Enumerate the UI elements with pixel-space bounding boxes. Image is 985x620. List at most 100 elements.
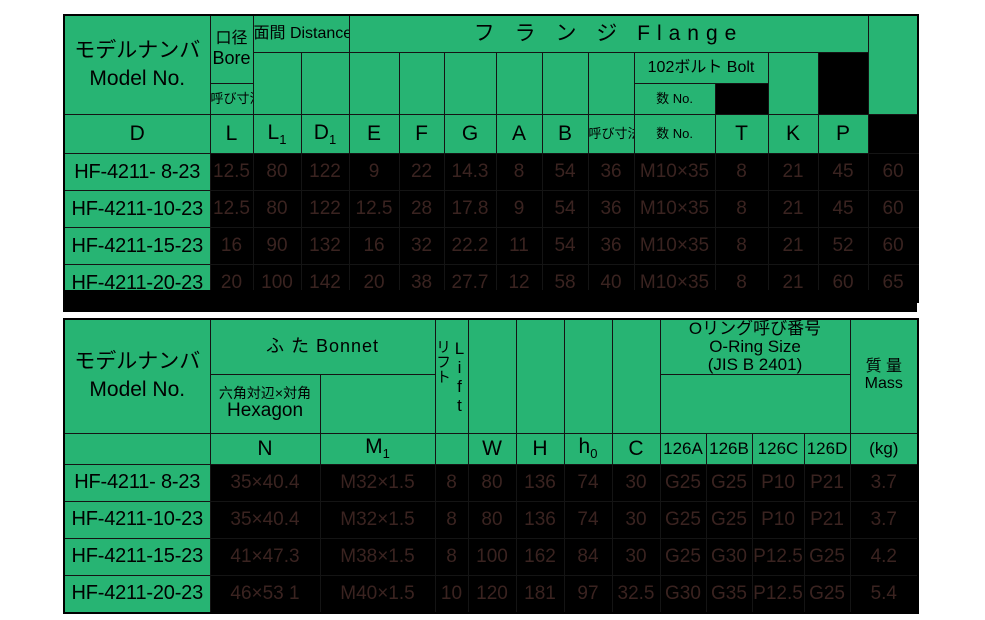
cell-C: 30	[611, 500, 661, 539]
cell-N: 41×47.3	[209, 537, 321, 576]
cell-o126A: G25	[659, 500, 707, 539]
header-k-blank	[867, 14, 919, 115]
cell-o126D: P21	[803, 463, 851, 502]
cell-B: 36	[587, 153, 635, 191]
header-mass: 質 量 Mass	[849, 318, 919, 434]
header-sym-h0: h0	[563, 432, 613, 465]
header-blank-H	[515, 318, 565, 434]
cell-G: 8	[495, 153, 543, 191]
header-sym-G: G	[443, 114, 497, 154]
header-sym-H: H	[515, 432, 565, 465]
cell-bolt_size: M10×35	[633, 153, 716, 191]
header-blank-L1	[300, 52, 350, 115]
header-bore-jp: 口径	[215, 30, 248, 48]
header-blank-T	[767, 52, 819, 115]
cell-M1: M32×1.5	[319, 500, 436, 539]
header-bolt-no: 数 No.	[633, 83, 716, 115]
cell-h0: 97	[563, 574, 613, 614]
cell-o126B: G25	[705, 500, 753, 539]
cell-model-no: HF-4211-15-23	[63, 227, 211, 265]
cell-o126A: G30	[659, 574, 707, 614]
cell-model-no: HF-4211- 8-23	[63, 153, 211, 191]
cell-H: 136	[515, 500, 565, 539]
header-bore: 口径 Bore	[209, 14, 254, 84]
cell-E: 28	[398, 190, 445, 228]
cell-F: 17.8	[443, 190, 497, 228]
header-blank-L	[252, 52, 302, 115]
header-sym-K: K	[767, 114, 819, 154]
header-model-no: モデルナンバ Model No.	[63, 14, 211, 115]
header-hexagon-en: Hexagon	[226, 399, 304, 421]
cell-W: 80	[467, 463, 517, 502]
flange-spec-table-container: モデルナンバ Model No. 口径 Bore 面間 Distance フ ラ ン ジ …	[63, 14, 920, 303]
table-row: HF-4211-15-23 16 90 132 16 32 22.2 11 54 36 M10×35…	[63, 227, 919, 265]
cell-h0: 74	[563, 500, 613, 539]
cell-o126D: G25	[803, 537, 851, 576]
cell-P: 60	[867, 227, 919, 265]
header-oring-spacer	[659, 373, 851, 434]
cell-K: 45	[817, 153, 869, 191]
header-model-en: Model No.	[89, 378, 186, 402]
header-mass-jp: 質 量	[865, 358, 903, 376]
header-bolt: 102ボルト Bolt	[633, 52, 769, 84]
cell-T: 21	[767, 153, 819, 191]
cell-E: 22	[398, 153, 445, 191]
header-bolt-size: 呼び寸法 Size	[209, 83, 254, 115]
header-sym-F: F	[398, 114, 445, 154]
cell-lift: 8	[434, 463, 469, 502]
bonnet-header-symbol-row: N M1 W Hh0 C 126A 126B 126C 126D (kg)	[63, 432, 919, 465]
table-row: HF-4211-20-23 46×53 1 M40×1.5 10 120 181 97 32.…	[63, 574, 919, 614]
header-blank-E	[398, 52, 445, 115]
cell-o126C: P10	[751, 463, 805, 502]
header-sym-N: N	[209, 432, 321, 465]
header-blank-G	[495, 52, 543, 115]
cell-M1: M38×1.5	[319, 537, 436, 576]
cell-bolt_no: 8	[714, 153, 769, 191]
header-blank-D1	[348, 52, 400, 115]
cell-o126D: P21	[803, 500, 851, 539]
cell-C: 32.5	[611, 574, 661, 614]
flange-header-row-top: モデルナンバ Model No. 口径 Bore 面間 Distance フ ラ ン ジ …	[63, 14, 919, 115]
header-sym-M1: M1	[319, 432, 436, 465]
cell-o126A: G25	[659, 463, 707, 502]
cell-bolt_no: 8	[714, 190, 769, 228]
spec-sheet: モデルナンバ Model No. 口径 Bore 面間 Distance フ ラ ン ジ …	[0, 0, 985, 620]
header-mass-unit: (kg)	[849, 432, 919, 465]
cell-D1: 9	[348, 153, 400, 191]
cell-G: 9	[495, 190, 543, 228]
cell-B: 36	[587, 227, 635, 265]
cell-C: 30	[611, 463, 661, 502]
cell-A: 54	[541, 190, 589, 228]
cell-D1: 16	[348, 227, 400, 265]
cell-L1: 122	[300, 190, 350, 228]
table-row: HF-4211- 8-23 35×40.4 M32×1.5 8 80 136 74 30 G25…	[63, 463, 919, 502]
header-model-blank	[63, 432, 211, 465]
cell-lift: 8	[434, 500, 469, 539]
cell-model-no: HF-4211-10-23	[63, 190, 211, 228]
header-oring-126C: 126C	[751, 432, 805, 465]
header-oring-en: O-Ring Size	[709, 336, 801, 356]
table-row: HF-4211- 8-23 12.5 80 122 9 22 14.3 8 54 36 M10×35…	[63, 153, 919, 191]
cell-M1: M32×1.5	[319, 463, 436, 502]
header-sym-L: L	[209, 114, 254, 154]
table-separator-band	[63, 290, 917, 312]
cell-lift: 10	[434, 574, 469, 614]
cell-L: 80	[252, 190, 302, 228]
header-mass-en: Mass	[864, 375, 903, 393]
cell-T: 21	[767, 190, 819, 228]
cell-H: 136	[515, 463, 565, 502]
cell-T: 21	[767, 227, 819, 265]
header-lift: リフト Lift	[434, 318, 469, 434]
cell-L: 90	[252, 227, 302, 265]
cell-h0: 74	[563, 463, 613, 502]
cell-A: 54	[541, 153, 589, 191]
header-distance: 面間 Distance	[252, 14, 350, 53]
cell-K: 52	[817, 227, 869, 265]
cell-W: 100	[467, 537, 517, 576]
bonnet-spec-table: モデルナンバ Model No. ふ た Bonnet リフト Lift Oリング呼び番号…	[63, 318, 920, 614]
cell-bolt_size: M10×35	[633, 190, 716, 228]
cell-C: 30	[611, 537, 661, 576]
cell-bolt_size: M10×35	[633, 227, 716, 265]
cell-mass: 4.2	[849, 537, 919, 576]
header-blank-C	[611, 318, 661, 434]
